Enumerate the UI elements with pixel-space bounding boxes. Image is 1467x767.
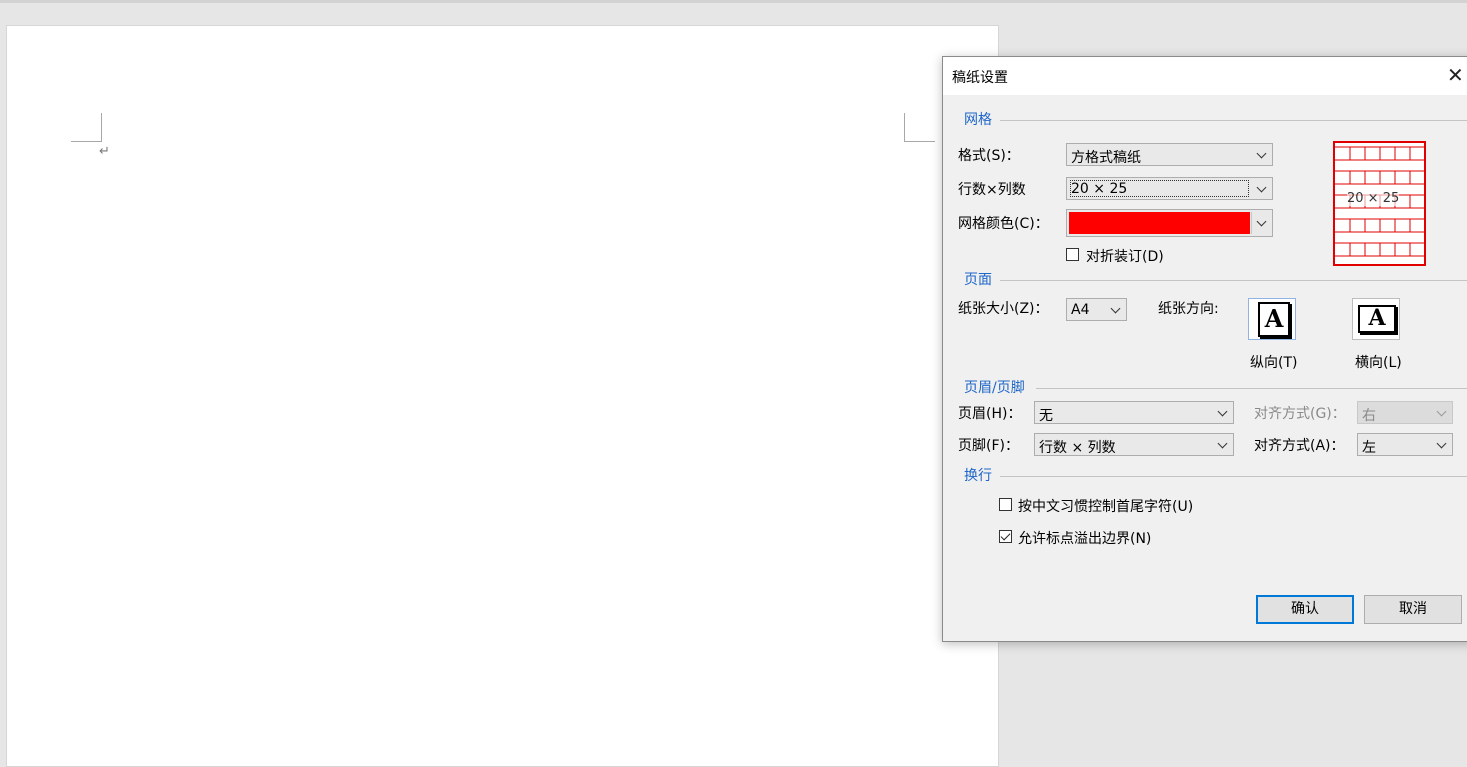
fold-binding-checkbox[interactable] [1066,248,1079,261]
header-align-label: 对齐方式(G)： [1254,406,1346,422]
header-footer-section-divider [1036,388,1467,389]
combo-separator [1251,212,1252,234]
page-section-divider [1000,280,1467,281]
grid-section-header: 网格 [964,112,992,128]
grid-preview-label: 20 × 25 [1347,191,1400,206]
footer-align-select[interactable]: 左 [1357,433,1453,456]
footer-align-label: 对齐方式(A)： [1254,438,1345,454]
format-value: 方格式稿纸 [1071,150,1141,166]
chevron-down-icon [1436,406,1447,417]
landscape-button[interactable]: A [1352,298,1400,340]
chinese-rule-label[interactable]: 按中文习惯控制首尾字符(U) [1018,496,1193,516]
orientation-label: 纸张方向: [1158,301,1219,317]
landscape-label[interactable]: 横向(L) [1355,352,1402,372]
footer-align-value: 左 [1362,440,1376,456]
format-select[interactable]: 方格式稿纸 [1066,143,1273,166]
chevron-down-icon [1256,148,1267,159]
punct-overflow-label[interactable]: 允许标点溢出边界(N) [1018,528,1151,548]
top-edge [0,0,1467,3]
grid-preview: 20 × 25 [1333,141,1426,266]
header-align-select: 右 [1357,401,1453,424]
margin-corner-top-left [71,113,102,142]
footer-select[interactable]: 行数 × 列数 [1034,433,1234,456]
paper-size-select[interactable]: A4 [1066,298,1127,321]
page-section-header: 页面 [964,272,992,288]
header-footer-section-header: 页眉/页脚 [964,380,1025,396]
punct-overflow-checkbox[interactable] [999,530,1012,543]
footer-label: 页脚(F)： [958,438,1019,454]
rows-cols-select[interactable]: 20 × 25 [1066,177,1273,200]
format-label: 格式(S)： [958,148,1020,164]
paper-size-label: 纸张大小(Z)： [958,301,1049,317]
rows-cols-label: 行数×列数 [958,182,1026,198]
grid-color-label: 网格颜色(C)： [958,216,1049,232]
landscape-page-icon: A [1358,305,1396,333]
line-break-section-header: 换行 [964,468,992,484]
dialog-title: 稿纸设置 [952,70,1008,86]
chevron-down-icon [1217,406,1228,417]
paragraph-mark: ↵ [99,144,110,159]
paper-size-value: A4 [1071,302,1090,318]
chevron-down-icon [1256,216,1267,227]
header-align-value: 右 [1362,408,1376,424]
grid-color-swatch [1069,212,1250,234]
header-select[interactable]: 无 [1034,401,1234,424]
chevron-down-icon [1256,182,1267,193]
document-page[interactable]: ↵ [6,25,999,767]
line-break-section-divider [1000,476,1467,477]
header-label: 页眉(H)： [958,406,1022,422]
dialog-titlebar[interactable]: 稿纸设置 ✕ [943,57,1467,95]
ok-button[interactable]: 确认 [1256,595,1354,624]
rows-cols-value: 20 × 25 [1071,181,1128,197]
draft-paper-settings-dialog: 稿纸设置 ✕ 网格 格式(S)： 方格式稿纸 行数×列数 20 × 25 网格颜… [942,56,1467,642]
grid-section-divider [1000,120,1467,121]
chevron-down-icon [1217,438,1228,449]
footer-value: 行数 × 列数 [1039,440,1116,456]
cancel-button[interactable]: 取消 [1364,595,1462,624]
chevron-down-icon [1436,438,1447,449]
fold-binding-label[interactable]: 对折装订(D) [1086,246,1164,266]
portrait-label[interactable]: 纵向(T) [1250,352,1297,372]
chinese-rule-checkbox[interactable] [999,498,1012,511]
header-value: 无 [1039,408,1053,424]
portrait-button[interactable]: A [1248,298,1296,340]
chevron-down-icon [1110,303,1121,314]
grid-color-select[interactable] [1066,209,1273,237]
margin-corner-top-right [904,113,935,142]
close-icon[interactable]: ✕ [1447,63,1464,87]
portrait-page-icon: A [1258,302,1290,337]
